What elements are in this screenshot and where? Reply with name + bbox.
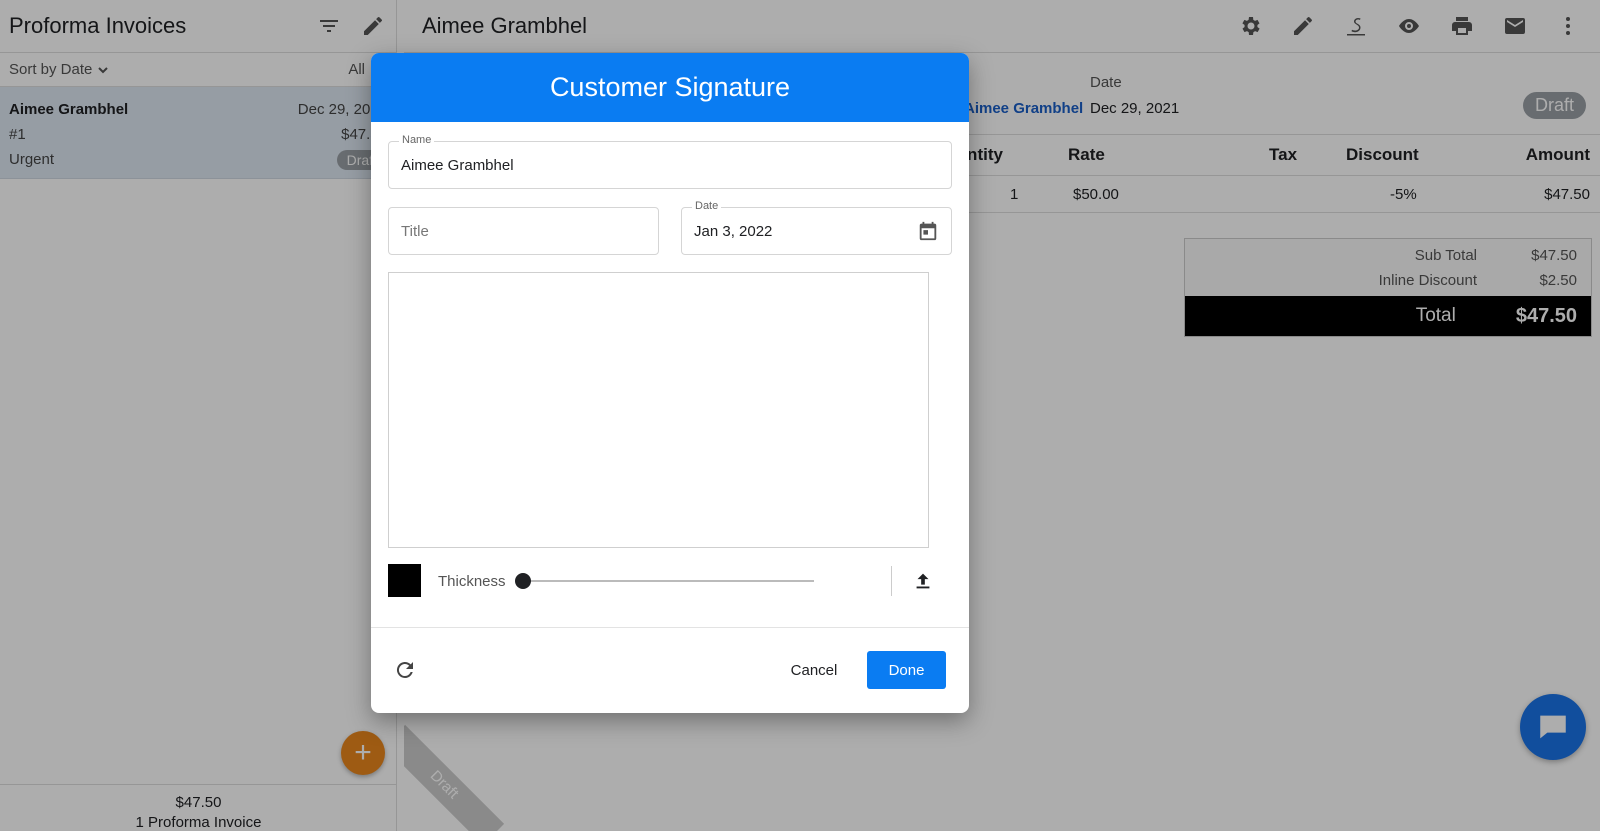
name-field[interactable]: Name Aimee Grambhel: [388, 134, 952, 189]
tools-divider: [891, 566, 892, 596]
title-field[interactable]: [388, 207, 659, 255]
dialog-divider: [371, 627, 969, 628]
thickness-slider-thumb[interactable]: [515, 573, 531, 589]
date-field[interactable]: Date Jan 3, 2022: [681, 200, 952, 255]
customer-signature-dialog: Customer Signature Name Aimee Grambhel D…: [371, 53, 969, 713]
date-field-value: Jan 3, 2022: [694, 222, 773, 240]
title-input[interactable]: [401, 208, 644, 254]
reset-refresh-icon[interactable]: [393, 658, 419, 684]
dialog-title: Customer Signature: [371, 53, 969, 122]
pen-color-swatch[interactable]: [388, 564, 421, 597]
signature-canvas[interactable]: [388, 272, 929, 548]
calendar-icon[interactable]: [917, 220, 939, 242]
name-field-value: Aimee Grambhel: [401, 156, 514, 174]
signature-tools: Thickness: [388, 564, 952, 598]
cancel-button[interactable]: Cancel: [779, 651, 849, 689]
upload-icon[interactable]: [910, 568, 936, 594]
done-button[interactable]: Done: [867, 651, 946, 689]
thickness-label: Thickness: [438, 572, 506, 590]
thickness-slider-track[interactable]: [524, 580, 814, 582]
